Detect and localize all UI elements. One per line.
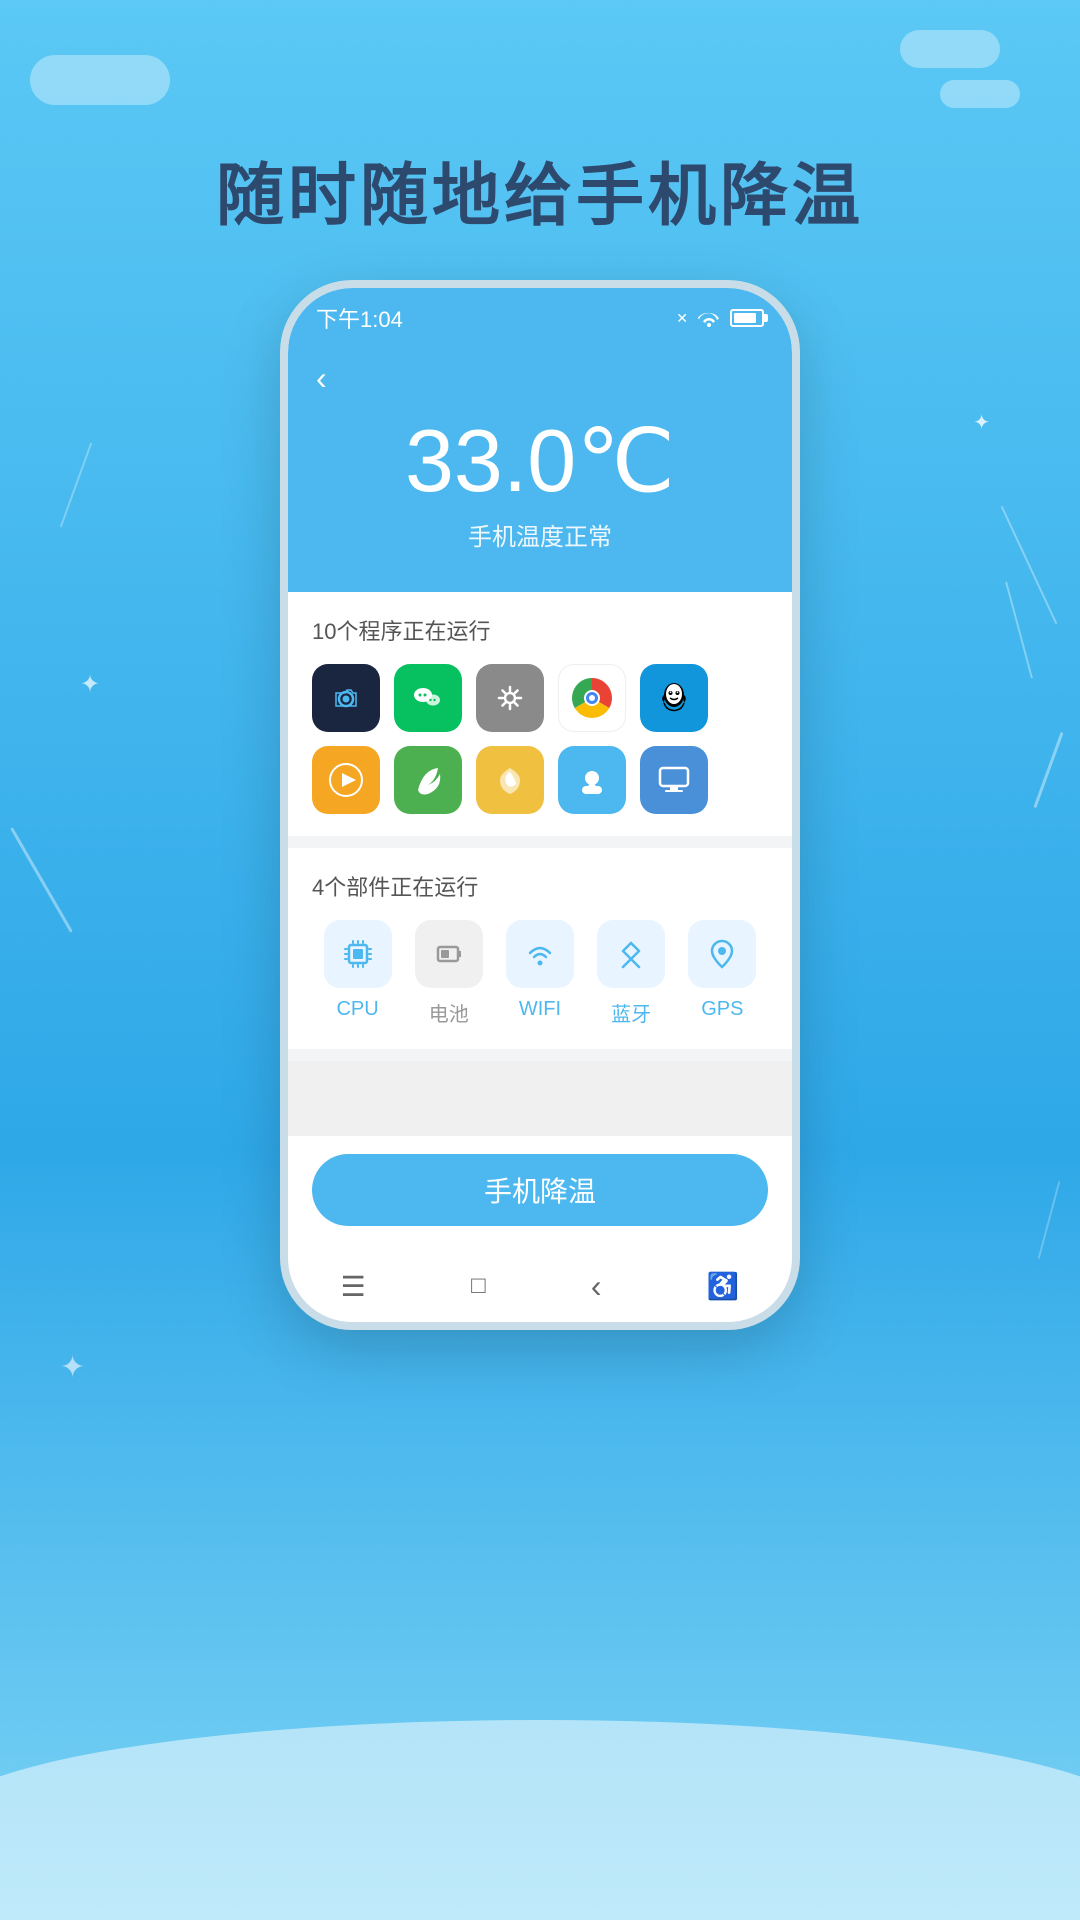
app-icon-remote[interactable] xyxy=(640,746,708,814)
app-icon-player[interactable] xyxy=(312,746,380,814)
app-grid xyxy=(312,664,768,814)
bluetooth-label: 蓝牙 xyxy=(611,998,651,1027)
phone-outer: 下午1:04 ✕ 96 ‹ xyxy=(280,280,800,1330)
running-apps-section: 10个程序正在运行 xyxy=(288,592,792,836)
cool-button-wrap: 手机降温 xyxy=(288,1136,792,1250)
component-battery[interactable]: 电池 xyxy=(415,920,483,1027)
battery-x-icon: ✕ xyxy=(676,310,688,327)
temperature-status: 手机温度正常 xyxy=(316,517,764,552)
cloud-decoration-2 xyxy=(900,30,1000,68)
component-cpu[interactable]: CPU xyxy=(324,920,392,1027)
phone-mockup: 下午1:04 ✕ 96 ‹ xyxy=(280,280,800,1330)
app-icon-qq[interactable] xyxy=(640,664,708,732)
app-icon-weather[interactable] xyxy=(558,746,626,814)
component-bluetooth[interactable]: 蓝牙 xyxy=(597,920,665,1027)
phone-screen: 下午1:04 ✕ 96 ‹ xyxy=(288,288,792,1322)
cool-phone-button[interactable]: 手机降温 xyxy=(312,1154,768,1226)
component-gps[interactable]: GPS xyxy=(688,920,756,1027)
sparkle-icon-3: ✦ xyxy=(973,410,990,435)
top-section: ‹ 33.0℃ 手机温度正常 xyxy=(288,342,792,592)
cloud-decoration-3 xyxy=(940,80,1020,108)
running-components-title: 4个部件正在运行 xyxy=(312,870,768,902)
cloud-decoration-1 xyxy=(30,55,170,105)
battery-level: 96 xyxy=(739,310,755,326)
gps-icon-wrap xyxy=(688,920,756,988)
nav-accessibility-button[interactable]: ♿ xyxy=(707,1271,739,1302)
component-wifi[interactable]: WIFI xyxy=(506,920,574,1027)
nav-bar: ☰ □ ‹ ♿ xyxy=(288,1250,792,1322)
app-icon-camera[interactable] xyxy=(312,664,380,732)
components-grid: CPU 电池 xyxy=(312,920,768,1027)
cpu-label: CPU xyxy=(336,998,378,1021)
temperature-display: 33.0℃ 手机温度正常 xyxy=(316,417,764,552)
nav-back-button[interactable]: ‹ xyxy=(591,1268,602,1305)
deco-line xyxy=(1001,506,1058,625)
status-bar: 下午1:04 ✕ 96 xyxy=(288,288,792,342)
bottom-hill xyxy=(0,1720,1080,1920)
running-apps-title: 10个程序正在运行 xyxy=(312,614,768,646)
battery-icon: 96 xyxy=(730,309,764,327)
app-icon-speed[interactable] xyxy=(394,746,462,814)
running-components-section: 4个部件正在运行 CPU xyxy=(288,848,792,1049)
sparkle-icon: ✦ xyxy=(80,670,100,699)
app-icon-wechat[interactable] xyxy=(394,664,462,732)
deco-line-2 xyxy=(60,442,93,527)
main-title: 随时随地给手机降温 xyxy=(0,140,1080,239)
status-icons: ✕ 96 xyxy=(676,309,764,327)
back-button[interactable]: ‹ xyxy=(316,360,327,397)
sparkle-icon-2: ✦ xyxy=(60,1350,85,1385)
status-time: 下午1:04 xyxy=(316,302,403,334)
wifi-icon xyxy=(698,309,720,327)
wifi-label: WIFI xyxy=(519,998,561,1021)
cpu-icon-wrap xyxy=(324,920,392,988)
gps-label: GPS xyxy=(701,998,743,1021)
wifi-icon-wrap xyxy=(506,920,574,988)
nav-home-button[interactable]: □ xyxy=(471,1272,486,1300)
app-icon-settings[interactable] xyxy=(476,664,544,732)
nav-menu-button[interactable]: ☰ xyxy=(341,1270,366,1303)
deco-line-3 xyxy=(1038,1181,1061,1259)
battery-label: 电池 xyxy=(429,998,469,1027)
battery-icon-wrap xyxy=(415,920,483,988)
bluetooth-icon-wrap xyxy=(597,920,665,988)
gray-spacer xyxy=(288,1061,792,1136)
temperature-value: 33.0℃ xyxy=(316,417,764,505)
app-icon-chrome[interactable] xyxy=(558,664,626,732)
app-icon-gold[interactable] xyxy=(476,746,544,814)
content-area: 10个程序正在运行 xyxy=(288,592,792,1322)
